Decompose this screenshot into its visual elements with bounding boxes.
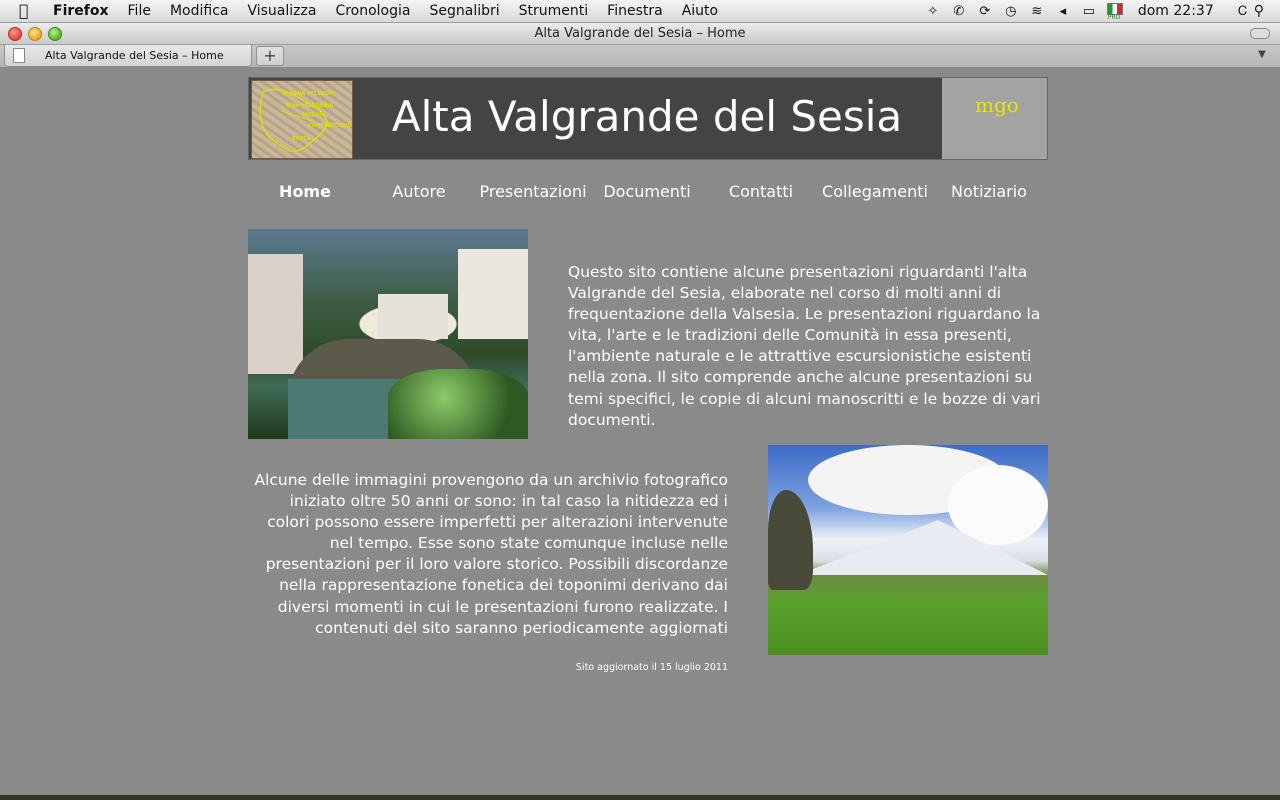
menu-strumenti[interactable]: Strumenti xyxy=(519,3,589,19)
map-label-rassa: RASSA xyxy=(292,136,311,142)
photo-foliage xyxy=(388,369,528,439)
input-language-label: PRO xyxy=(1107,14,1121,21)
map-label-riva: RIVA VALDOBBIA xyxy=(286,103,334,109)
window-title: Alta Valgrande del Sesia – Home xyxy=(534,26,746,41)
menu-segnalibri[interactable]: Segnalibri xyxy=(429,3,499,19)
menu-cronologia[interactable]: Cronologia xyxy=(335,3,410,19)
time-machine-icon[interactable]: ◷ xyxy=(1000,4,1022,19)
menubar-clock[interactable]: dom 22:37 xyxy=(1138,3,1214,19)
nav-collegamenti[interactable]: Collegamenti xyxy=(818,182,932,201)
apple-icon[interactable]:  xyxy=(19,0,35,22)
phone-icon[interactable]: ✆ xyxy=(948,4,970,19)
map-label-mollia: MOLLIA xyxy=(302,112,324,118)
photo-rock xyxy=(768,490,813,590)
nav-presentazioni[interactable]: Presentazioni xyxy=(476,182,590,201)
nav-home[interactable]: Home xyxy=(248,182,362,201)
mgo-logo: mgo xyxy=(975,93,1019,117)
list-all-tabs-icon[interactable]: ▼ xyxy=(1254,49,1270,61)
main-nav: Home Autore Presentazioni Documenti Cont… xyxy=(248,182,1048,204)
nav-contatti[interactable]: Contatti xyxy=(704,182,818,201)
photo-house xyxy=(248,254,303,374)
desktop-edge xyxy=(0,795,1280,800)
input-language-icon[interactable]: PRO xyxy=(1104,3,1126,21)
new-tab-button[interactable]: + xyxy=(256,46,284,66)
volume-icon[interactable]: ◂ xyxy=(1052,4,1074,19)
tab-home[interactable]: Alta Valgrande del Sesia – Home xyxy=(4,45,252,67)
map-label-alagna: ALAGNA VALSESIA xyxy=(282,91,334,97)
site-banner: ALAGNA VALSESIA RIVA VALDOBBIA MOLLIA CA… xyxy=(248,77,1048,160)
wifi-icon[interactable]: ≋ xyxy=(1026,4,1048,19)
nav-notiziario[interactable]: Notiziario xyxy=(932,182,1046,201)
menu-firefox[interactable]: Firefox xyxy=(53,3,109,19)
tab-bar: Alta Valgrande del Sesia – Home + ▼ xyxy=(0,45,1280,68)
intro-paragraph: Questo sito contiene alcune presentazion… xyxy=(568,263,1041,429)
map-label-campertogno: CAMPERTOGNO xyxy=(308,123,352,129)
menu-aiuto[interactable]: Aiuto xyxy=(682,3,718,19)
mountain-meadow-photo xyxy=(768,445,1048,655)
antenna-icon[interactable]: ✧ xyxy=(922,4,944,19)
last-updated-note: Sito aggiornato il 15 luglio 2011 xyxy=(575,662,728,673)
nav-autore[interactable]: Autore xyxy=(362,182,476,201)
archive-paragraph: Alcune delle immagini provengono da un a… xyxy=(254,471,728,637)
logo-panel: mgo xyxy=(942,78,1047,159)
menu-visualizza[interactable]: Visualizza xyxy=(247,3,316,19)
menu-bar:  Firefox File Modifica Visualizza Crono… xyxy=(0,0,1280,23)
toolbar-toggle-button[interactable] xyxy=(1250,28,1270,39)
spotlight-search-icon[interactable]: ⚲ xyxy=(1254,3,1264,19)
page-icon xyxy=(13,48,25,63)
nav-documenti[interactable]: Documenti xyxy=(590,182,704,201)
sync-icon[interactable]: ⟳ xyxy=(974,4,996,19)
bluetooth-icon[interactable]: Ꮯ xyxy=(1232,4,1254,19)
tab-label: Alta Valgrande del Sesia – Home xyxy=(45,49,224,62)
menu-finestra[interactable]: Finestra xyxy=(607,3,663,19)
menu-modifica[interactable]: Modifica xyxy=(170,3,229,19)
valley-map-image: ALAGNA VALSESIA RIVA VALDOBBIA MOLLIA CA… xyxy=(251,80,353,159)
window-title-bar: Alta Valgrande del Sesia – Home xyxy=(0,23,1280,45)
photo-snowy-mountain xyxy=(798,520,1048,575)
site-title: Alta Valgrande del Sesia xyxy=(391,92,903,141)
menu-file[interactable]: File xyxy=(128,3,151,19)
photo-house xyxy=(458,249,528,339)
photo-house xyxy=(378,294,448,339)
village-bridge-photo xyxy=(248,229,528,439)
battery-icon[interactable]: ▭ xyxy=(1078,4,1100,19)
